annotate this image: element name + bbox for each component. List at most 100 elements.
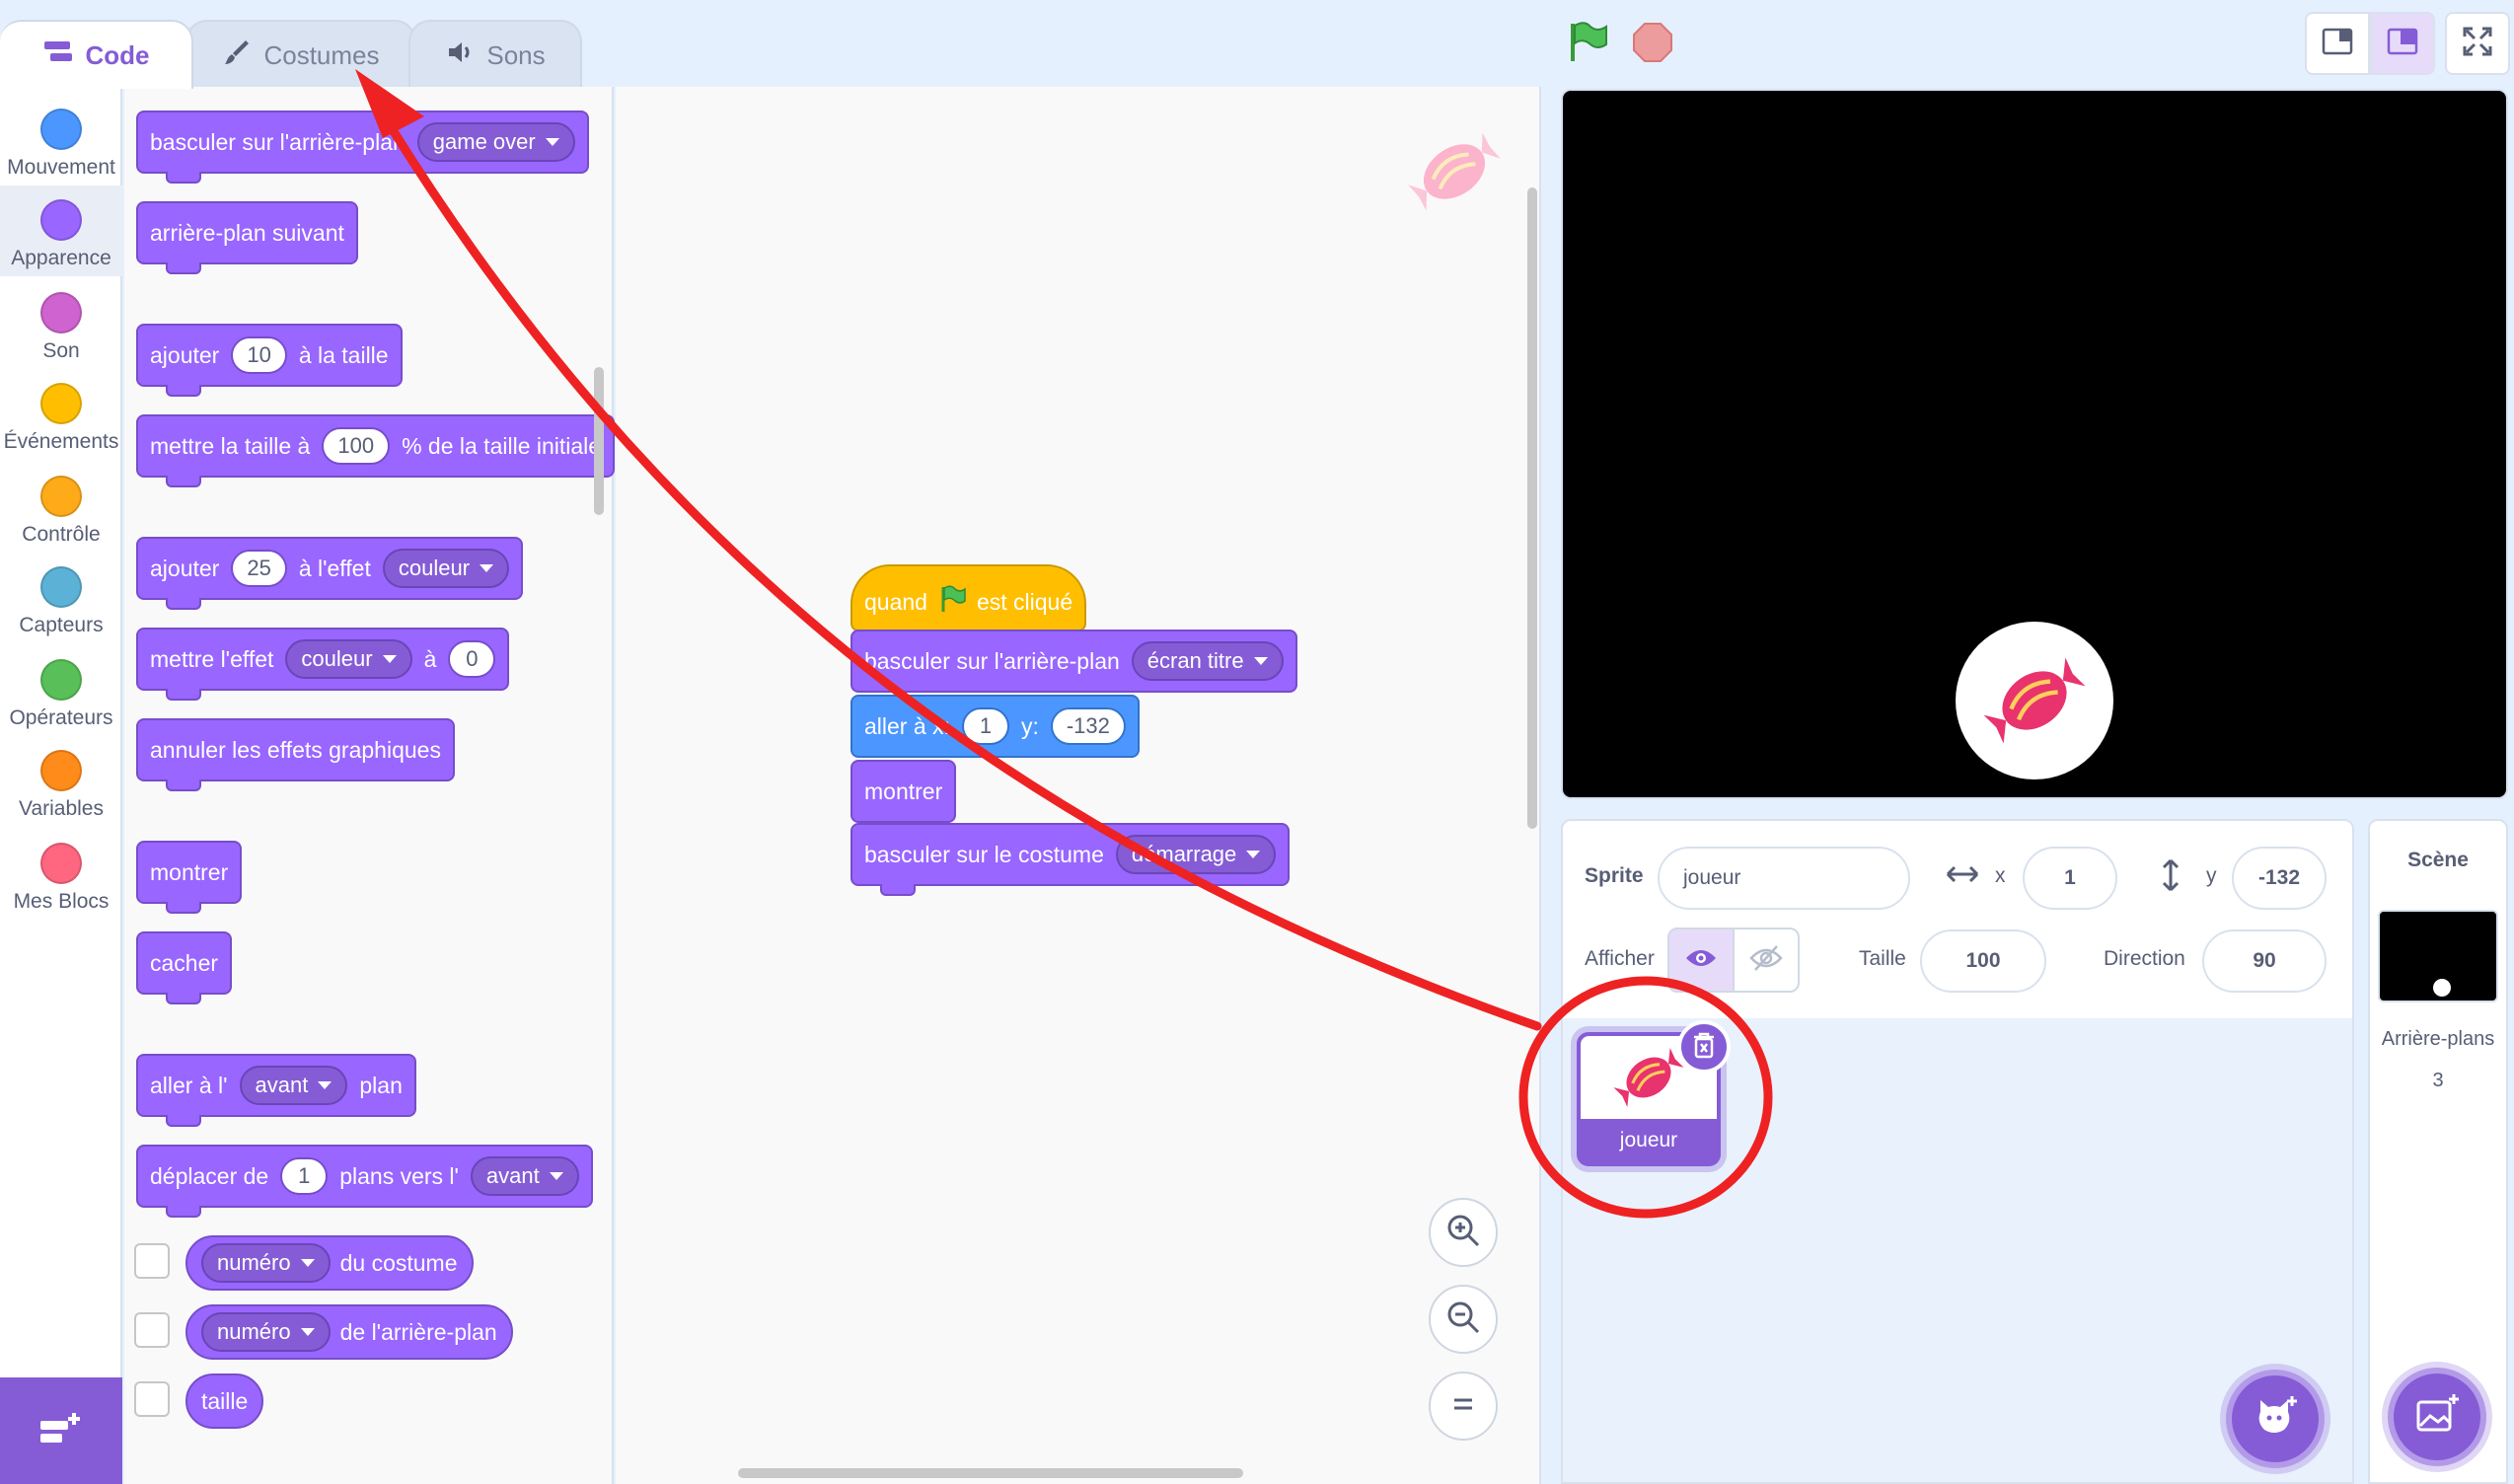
backdrop-dropdown[interactable]: écran titre [1131, 641, 1284, 681]
costume-dropdown[interactable]: démarrage [1115, 835, 1277, 874]
change-size-block[interactable]: ajouter 10 à la taille [136, 324, 403, 397]
go-to-layer-block[interactable]: aller à l' avant plan [136, 1054, 416, 1127]
show-script-block[interactable]: montrer [850, 760, 957, 823]
script-area-scrollbar-horizontal[interactable] [738, 1468, 1243, 1478]
trash-icon [1691, 1031, 1717, 1064]
block-text: cacher [150, 949, 219, 976]
tab-code[interactable]: Code [0, 20, 193, 89]
size-change-input[interactable]: 10 [231, 336, 287, 374]
costume-number-checkbox[interactable] [134, 1243, 170, 1279]
small-stage-button[interactable] [2305, 12, 2370, 75]
zoom-reset-button[interactable] [1429, 1372, 1498, 1441]
costume-number-reporter[interactable]: numéro du costume [185, 1235, 474, 1291]
x-position-input[interactable]: 1 [2023, 847, 2117, 910]
show-sprite-button[interactable] [1667, 928, 1735, 993]
set-size-block[interactable]: mettre la taille à 100 % de la taille in… [136, 414, 616, 487]
category-my-blocks[interactable]: Mes Blocs [0, 829, 122, 920]
fullscreen-button[interactable] [2445, 12, 2510, 75]
go-to-xy-block[interactable]: aller à x: 1 y: -132 [850, 695, 1140, 758]
next-backdrop-block[interactable]: arrière-plan suivant [136, 201, 358, 274]
hide-block[interactable]: cacher [136, 931, 233, 1004]
sound-color-dot [40, 292, 82, 334]
block-text: mettre l'effet [150, 645, 274, 672]
zoom-out-button[interactable] [1429, 1285, 1498, 1354]
block-text: à [423, 645, 437, 672]
palette-scrollbar[interactable] [594, 367, 604, 515]
effect-dropdown[interactable]: couleur [285, 639, 412, 679]
show-block[interactable]: montrer [136, 841, 243, 914]
effect-value-input[interactable]: 0 [448, 640, 496, 678]
tab-costumes[interactable]: Costumes [185, 20, 416, 89]
block-text: plan [359, 1072, 403, 1098]
hide-sprite-button[interactable] [1733, 928, 1800, 993]
block-text: taille [201, 1387, 249, 1414]
when-flag-clicked-block[interactable]: quand est cliqué [850, 564, 1087, 631]
backdrop-number-checkbox[interactable] [134, 1312, 170, 1348]
category-label: Mouvement [7, 156, 115, 179]
normal-stage-button[interactable] [2370, 12, 2435, 75]
horizontal-arrows-icon [1944, 862, 1981, 891]
script-area[interactable] [616, 87, 1541, 1484]
size-label: Taille [1859, 947, 1906, 970]
backdrops-count: 3 [2432, 1070, 2444, 1091]
category-sound[interactable]: Son [0, 278, 122, 369]
x-input[interactable]: 1 [961, 707, 1009, 745]
direction-input[interactable]: 90 [2202, 929, 2327, 993]
y-position-input[interactable]: -132 [2232, 847, 2327, 910]
image-add-icon [2412, 1390, 2462, 1445]
eye-slash-icon [1749, 943, 1783, 978]
size-input[interactable]: 100 [1920, 929, 2046, 993]
sprite-watermark [1405, 122, 1504, 226]
block-notch [166, 598, 201, 610]
backdrops-label: Arrière-plans [2381, 1028, 2495, 1050]
switch-backdrop-block[interactable]: basculer sur l'arrière-plan game over [136, 111, 589, 184]
category-events[interactable]: Événements [0, 369, 122, 460]
category-motion[interactable]: Mouvement [0, 95, 122, 186]
backdrop-number-reporter[interactable]: numéro de l'arrière-plan [185, 1304, 513, 1360]
script-area-scrollbar-vertical[interactable] [1527, 187, 1537, 829]
effect-amount-input[interactable]: 25 [231, 550, 287, 587]
size-input[interactable]: 100 [322, 427, 391, 465]
category-looks[interactable]: Apparence [0, 186, 122, 276]
block-notch [166, 993, 201, 1004]
effect-dropdown[interactable]: couleur [382, 549, 509, 588]
x-label: x [1995, 864, 2006, 887]
category-variables[interactable]: Variables [0, 736, 122, 827]
block-notch [166, 172, 201, 184]
extension-icon [37, 1409, 86, 1453]
fullscreen-icon [2461, 25, 2494, 63]
backdrop-thumbnail[interactable] [2378, 910, 2498, 1002]
choose-backdrop-button[interactable] [2388, 1368, 2486, 1466]
green-flag-button[interactable] [1565, 20, 1610, 70]
delete-sprite-button[interactable] [1677, 1020, 1731, 1074]
y-input[interactable]: -132 [1050, 707, 1126, 745]
change-effect-block[interactable]: ajouter 25 à l'effet couleur [136, 537, 523, 610]
category-operators[interactable]: Opérateurs [0, 645, 122, 736]
block-text: basculer sur l'arrière-plan [150, 128, 406, 155]
sprite-name-input[interactable]: joueur [1658, 847, 1910, 910]
switch-backdrop-script-block[interactable]: basculer sur l'arrière-plan écran titre [850, 630, 1297, 693]
number-name-dropdown[interactable]: numéro [201, 1312, 331, 1352]
backdrop-dropdown[interactable]: game over [416, 122, 575, 162]
stage-sprite-candy[interactable] [1956, 622, 2113, 779]
size-checkbox[interactable] [134, 1381, 170, 1417]
zoom-in-button[interactable] [1429, 1198, 1498, 1267]
layers-input[interactable]: 1 [280, 1157, 329, 1195]
block-text: % de la taille initiale [402, 432, 602, 459]
add-extension-button[interactable] [0, 1377, 122, 1484]
size-reporter[interactable]: taille [185, 1373, 264, 1429]
go-layers-block[interactable]: déplacer de 1 plans vers l' avant [136, 1145, 593, 1218]
number-name-dropdown[interactable]: numéro [201, 1243, 331, 1283]
clear-effects-block[interactable]: annuler les effets graphiques [136, 718, 455, 791]
category-sensing[interactable]: Capteurs [0, 553, 122, 643]
block-text: montrer [864, 778, 943, 804]
layer-dropdown[interactable]: avant [239, 1066, 348, 1105]
choose-sprite-button[interactable] [2226, 1370, 2325, 1468]
tab-sounds[interactable]: Sons [408, 20, 582, 89]
switch-costume-block[interactable]: basculer sur le costume démarrage [850, 823, 1291, 896]
set-effect-block[interactable]: mettre l'effet couleur à 0 [136, 628, 510, 701]
operators-color-dot [40, 659, 82, 701]
stop-button[interactable] [1630, 20, 1675, 70]
category-control[interactable]: Contrôle [0, 462, 122, 553]
direction-dropdown[interactable]: avant [470, 1156, 579, 1196]
